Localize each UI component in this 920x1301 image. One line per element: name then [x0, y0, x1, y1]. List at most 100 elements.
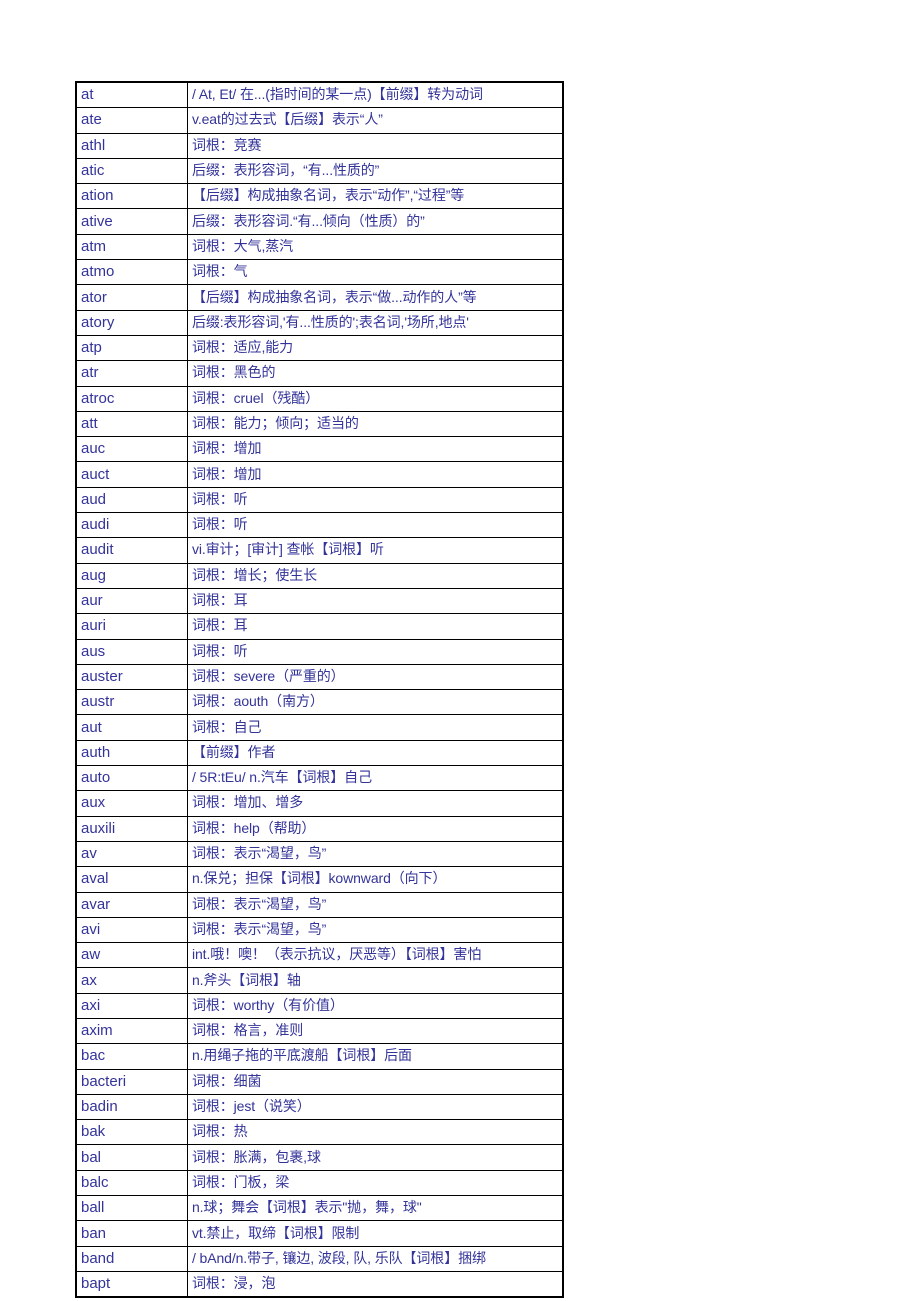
root-definition-cell: 词根：增加: [186, 461, 564, 488]
root-term-cell: aus: [75, 638, 188, 665]
word-root-table-container: at / At, Et/ 在...(指时间的某一点)【前缀】转为动词 ate v.ea…: [75, 81, 564, 1299]
table-row: badin 词根：jest（说笑）: [75, 1093, 564, 1121]
table-row: av 词根：表示“渴望，鸟”: [75, 840, 564, 868]
root-term-cell: aux: [75, 790, 188, 817]
table-row: aug 词根：增长；使生长: [75, 562, 564, 589]
table-row: ax n.斧头【词根】轴: [75, 967, 564, 994]
table-row: bac n.用绳子拖的平底渡船【词根】后面: [75, 1043, 564, 1070]
table-row: atmo 词根：气: [75, 259, 564, 286]
root-definition-cell: 词根：增加: [186, 436, 564, 463]
root-term-cell: atmo: [75, 259, 188, 286]
root-term-cell: bac: [75, 1043, 188, 1070]
table-row: band / bAnd/n.带子, 镶边, 波段, 队, 乐队【词根】捆绑: [75, 1245, 564, 1272]
root-term-cell: ative: [75, 208, 188, 235]
root-definition-cell: 词根：浸，泡: [186, 1270, 564, 1298]
root-term-cell: axi: [75, 992, 188, 1019]
table-row: bal 词根：胀满，包裹,球: [75, 1144, 564, 1171]
root-term-cell: axim: [75, 1017, 188, 1045]
root-term-cell: atr: [75, 360, 188, 387]
root-term-cell: atic: [75, 157, 188, 185]
root-term-cell: bal: [75, 1144, 188, 1171]
table-row: at / At, Et/ 在...(指时间的某一点)【前缀】转为动词: [75, 81, 564, 109]
root-definition-cell: 词根：耳: [186, 587, 564, 615]
root-definition-cell: 词根：jest（说笑）: [186, 1093, 564, 1121]
table-row: audi 词根：听: [75, 512, 564, 539]
root-definition-cell: 词根：能力；倾向；适当的: [186, 410, 564, 438]
table-row: aw int.哦！噢！（表示抗议，厌恶等）【词根】害怕: [75, 942, 564, 969]
root-term-cell: atm: [75, 233, 188, 261]
root-definition-cell: n.斧头【词根】轴: [186, 967, 564, 994]
root-definition-cell: 词根：格言，准则: [186, 1017, 564, 1045]
root-definition-cell: 后缀：表形容词，“有...性质的”: [186, 157, 564, 185]
root-term-cell: aur: [75, 587, 188, 615]
root-definition-cell: n.保兑；担保【词根】kownward（向下）: [186, 866, 564, 893]
root-term-cell: austr: [75, 689, 188, 716]
root-definition-cell: 词根：增长；使生长: [186, 562, 564, 589]
table-row: auct 词根：增加: [75, 461, 564, 488]
root-definition-cell: 词根：cruel（残酷）: [186, 385, 564, 412]
root-term-cell: audi: [75, 512, 188, 539]
table-row: ate v.eat的过去式【后缀】表示“人”: [75, 107, 564, 134]
root-definition-cell: v.eat的过去式【后缀】表示“人”: [186, 107, 564, 134]
table-row: auc 词根：增加: [75, 436, 564, 463]
root-definition-cell: 后缀:表形容词,'有...性质的';表名词,'场所,地点': [186, 309, 564, 336]
table-row: bak 词根：热: [75, 1119, 564, 1146]
table-row: ative 后缀：表形容词.“有...倾向（性质）的”: [75, 208, 564, 235]
table-row: atp 词根：适应,能力: [75, 334, 564, 362]
root-definition-cell: 【后缀】构成抽象名词，表示“做...动作的人”等: [186, 284, 564, 311]
root-definition-cell: 【前缀】作者: [186, 739, 564, 767]
root-term-cell: aval: [75, 866, 188, 893]
table-row: balc 词根：门板，梁: [75, 1169, 564, 1197]
root-definition-cell: 词根：气: [186, 259, 564, 286]
root-definition-cell: 词根：增加、增多: [186, 790, 564, 817]
table-row: aus 词根：听: [75, 638, 564, 665]
root-definition-cell: 词根：worthy（有价值）: [186, 992, 564, 1019]
root-definition-cell: 词根：表示“渴望，鸟”: [186, 891, 564, 918]
root-definition-cell: 词根：表示“渴望，鸟”: [186, 840, 564, 868]
table-row: auth 【前缀】作者: [75, 739, 564, 767]
root-term-cell: audit: [75, 537, 188, 564]
root-definition-cell: / At, Et/ 在...(指时间的某一点)【前缀】转为动词: [186, 81, 564, 109]
root-term-cell: ation: [75, 183, 188, 210]
table-row: ban vt.禁止，取缔【词根】限制: [75, 1220, 564, 1247]
root-definition-cell: 词根：听: [186, 638, 564, 665]
table-row: ator 【后缀】构成抽象名词，表示“做...动作的人”等: [75, 284, 564, 311]
table-row: bacteri 词根：细菌: [75, 1068, 564, 1095]
root-term-cell: auc: [75, 436, 188, 463]
table-row: austr 词根：aouth（南方）: [75, 689, 564, 716]
root-definition-cell: / 5R:tEu/ n.汽车【词根】自己: [186, 765, 564, 792]
root-definition-cell: 词根：黑色的: [186, 360, 564, 387]
root-definition-cell: 词根：听: [186, 486, 564, 514]
root-definition-cell: 后缀：表形容词.“有...倾向（性质）的”: [186, 208, 564, 235]
root-definition-cell: 词根：细菌: [186, 1068, 564, 1095]
table-row: bapt 词根：浸，泡: [75, 1270, 564, 1298]
root-definition-cell: 词根：aouth（南方）: [186, 689, 564, 716]
table-row: athl 词根：竞赛: [75, 132, 564, 159]
root-definition-cell: 词根：severe（严重的）: [186, 663, 564, 691]
table-row: atic 后缀：表形容词，“有...性质的”: [75, 157, 564, 185]
root-definition-cell: 词根：自己: [186, 714, 564, 741]
word-root-table-body: at / At, Et/ 在...(指时间的某一点)【前缀】转为动词 ate v.ea…: [75, 81, 564, 1298]
table-row: auster 词根：severe（严重的）: [75, 663, 564, 691]
root-definition-cell: 词根：help（帮助）: [186, 815, 564, 842]
root-definition-cell: n.用绳子拖的平底渡船【词根】后面: [186, 1043, 564, 1070]
table-row: auto/ 5R:tEu/ n.汽车【词根】自己: [75, 765, 564, 792]
table-row: aur 词根：耳: [75, 587, 564, 615]
root-term-cell: auri: [75, 613, 188, 640]
root-term-cell: badin: [75, 1093, 188, 1121]
root-term-cell: avar: [75, 891, 188, 918]
table-row: audit vi.审计；[审计] 查帐【词根】听: [75, 537, 564, 564]
root-term-cell: auct: [75, 461, 188, 488]
word-root-table: at / At, Et/ 在...(指时间的某一点)【前缀】转为动词 ate v.ea…: [75, 81, 564, 1299]
root-definition-cell: 【后缀】构成抽象名词，表示“动作”,“过程”等: [186, 183, 564, 210]
root-term-cell: ban: [75, 1220, 188, 1247]
table-row: atm 词根：大气,蒸汽: [75, 233, 564, 261]
table-row: ball n.球；舞会【词根】表示"抛，舞，球": [75, 1195, 564, 1222]
root-term-cell: auto: [75, 765, 188, 792]
root-term-cell: band: [75, 1245, 188, 1272]
root-term-cell: at: [75, 81, 188, 109]
root-definition-cell: int.哦！噢！（表示抗议，厌恶等）【词根】害怕: [186, 942, 564, 969]
root-term-cell: auxili: [75, 815, 188, 842]
table-row: auri 词根：耳: [75, 613, 564, 640]
table-row: axi 词根：worthy（有价值）: [75, 992, 564, 1019]
